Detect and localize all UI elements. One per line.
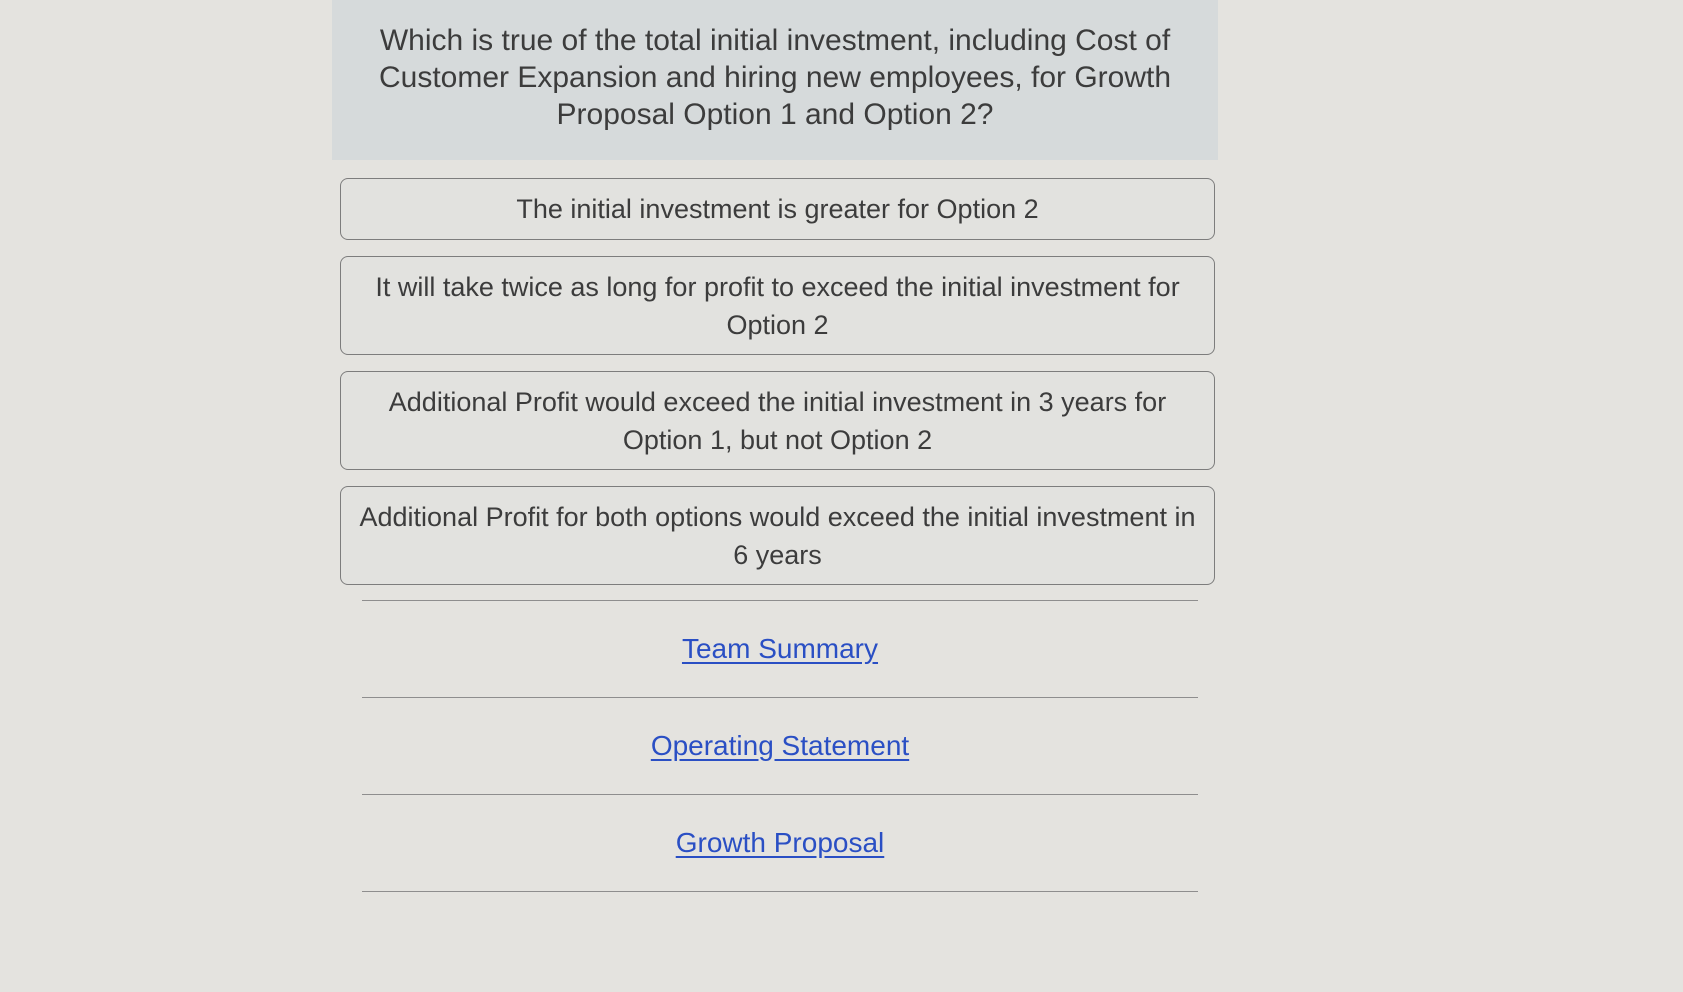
operating-statement-link[interactable]: Operating Statement — [651, 730, 909, 762]
nav-item-growth-proposal: Growth Proposal — [362, 795, 1198, 891]
divider — [362, 891, 1198, 892]
answer-option-3[interactable]: Additional Profit would exceed the initi… — [340, 371, 1215, 470]
quiz-page: Which is true of the total initial inves… — [0, 0, 1683, 992]
answer-option-label: Additional Profit would exceed the initi… — [388, 386, 1167, 455]
answer-option-label: Additional Profit for both options would… — [359, 501, 1196, 570]
question-panel: Which is true of the total initial inves… — [332, 0, 1218, 160]
growth-proposal-link[interactable]: Growth Proposal — [676, 827, 885, 859]
answer-option-label: It will take twice as long for profit to… — [375, 271, 1180, 340]
answer-option-1[interactable]: The initial investment is greater for Op… — [340, 178, 1215, 240]
nav-item-team-summary: Team Summary — [362, 601, 1198, 697]
reference-links: Team Summary Operating Statement Growth … — [362, 600, 1198, 892]
answer-options: The initial investment is greater for Op… — [340, 178, 1215, 601]
answer-option-4[interactable]: Additional Profit for both options would… — [340, 486, 1215, 585]
question-text: Which is true of the total initial inves… — [378, 23, 1172, 131]
team-summary-link[interactable]: Team Summary — [682, 633, 878, 665]
answer-option-2[interactable]: It will take twice as long for profit to… — [340, 256, 1215, 355]
answer-option-label: The initial investment is greater for Op… — [516, 194, 1039, 224]
nav-item-operating-statement: Operating Statement — [362, 698, 1198, 794]
